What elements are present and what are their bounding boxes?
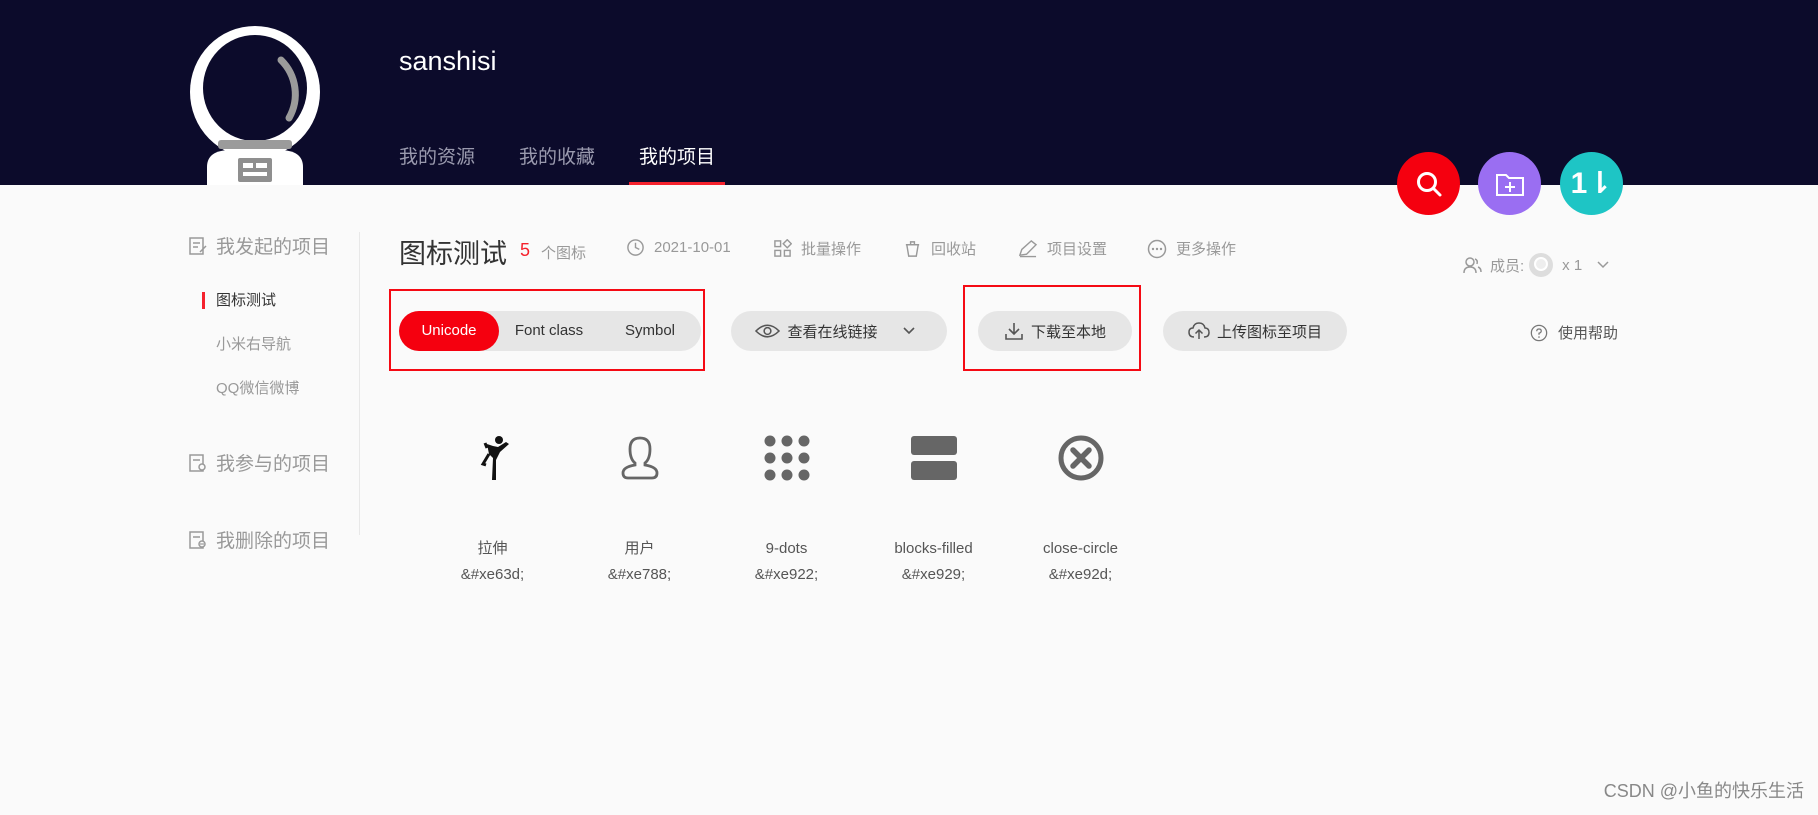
help-link[interactable]: 使用帮助 xyxy=(1530,322,1618,343)
project-settings[interactable]: 项目设置 xyxy=(1017,238,1107,259)
upload-label: 上传图标至项目 xyxy=(1216,323,1322,341)
top-nav: 我的资源 我的收藏 我的项目 xyxy=(399,142,759,185)
date-text: 2021-10-01 xyxy=(654,239,731,256)
sidebar-item-icon-test[interactable]: 图标测试 xyxy=(188,279,359,323)
view-online-link-button[interactable]: 查看在线链接 xyxy=(731,311,947,351)
sidebar-group-participated[interactable]: 我参与的项目 xyxy=(188,449,359,476)
sort-button[interactable]: 1⇂ xyxy=(1560,152,1623,215)
icon-code: &#xe922; xyxy=(754,566,819,583)
sidebar-group-label: 我发起的项目 xyxy=(216,237,331,258)
help-label: 使用帮助 xyxy=(1558,325,1619,342)
trash-label: 回收站 xyxy=(931,241,977,258)
search-doc-icon xyxy=(189,453,206,472)
pencil-icon xyxy=(1018,239,1038,258)
sidebar-group-label: 我参与的项目 xyxy=(216,454,331,475)
folder-add-icon xyxy=(1495,173,1524,196)
sidebar: 我发起的项目 图标测试 小米右导航 QQ微信微博 我参与的项目 我删除的项目 xyxy=(188,232,360,552)
deleted-doc-icon xyxy=(189,530,206,549)
header-bar: sanshisi 我的资源 我的收藏 我的项目 xyxy=(0,0,1818,185)
icon-name: 用户 xyxy=(624,540,655,557)
grid-icon xyxy=(774,239,792,257)
new-folder-button[interactable] xyxy=(1478,152,1541,215)
clock-icon xyxy=(627,239,644,256)
annotation-box-download xyxy=(963,285,1141,371)
annotation-box-tabs xyxy=(389,289,705,371)
cloud-upload-icon xyxy=(1188,322,1210,339)
upload-icons-button[interactable]: 上传图标至项目 xyxy=(1163,311,1347,351)
project-date: 2021-10-01 xyxy=(626,238,731,257)
chevron-down-icon xyxy=(1597,261,1609,269)
sidebar-item-xiaomi-nav[interactable]: 小米右导航 xyxy=(188,323,359,367)
sidebar-group-deleted[interactable]: 我删除的项目 xyxy=(188,526,359,553)
trash-icon xyxy=(905,241,920,257)
sidebar-group-label: 我删除的项目 xyxy=(216,531,331,552)
close-circle-icon xyxy=(1058,435,1103,481)
icon-count: 5 xyxy=(520,240,531,260)
member-avatar-icon xyxy=(1529,253,1554,277)
icon-grid: 拉伸 &#xe63d; 用户 &#xe788; 9-dots &#xe922; xyxy=(419,428,1154,588)
batch-operation[interactable]: 批量操作 xyxy=(773,238,861,259)
edit-doc-icon xyxy=(189,236,207,255)
user-icon xyxy=(621,436,658,480)
icon-code: &#xe929; xyxy=(901,566,966,583)
question-icon xyxy=(1530,324,1548,341)
project-title: 图标测试 xyxy=(399,239,507,269)
icon-name: 拉伸 xyxy=(477,540,508,557)
icon-card[interactable]: 9-dots &#xe922; xyxy=(713,428,860,588)
search-button[interactable] xyxy=(1397,152,1460,215)
nav-my-projects[interactable]: 我的项目 xyxy=(629,142,726,185)
trash-link[interactable]: 回收站 xyxy=(903,238,976,259)
eye-icon xyxy=(755,324,781,338)
stretch-figure-icon xyxy=(480,436,509,480)
icon-name: blocks-filled xyxy=(894,540,973,557)
members-count: x 1 xyxy=(1562,256,1583,274)
icon-card[interactable]: close-circle &#xe92d; xyxy=(1007,428,1154,588)
nav-my-favorites[interactable]: 我的收藏 xyxy=(519,142,595,185)
nav-my-resources[interactable]: 我的资源 xyxy=(399,142,475,185)
watermark: CSDN @小鱼的快乐生活 xyxy=(1603,781,1804,801)
sidebar-item-qq-wechat-weibo[interactable]: QQ微信微博 xyxy=(188,367,359,411)
icon-code: &#xe788; xyxy=(607,566,672,583)
search-icon xyxy=(1416,171,1441,196)
avatar[interactable] xyxy=(185,22,325,185)
members-dropdown[interactable]: 成员: x 1 xyxy=(1462,252,1610,278)
icon-card[interactable]: 用户 &#xe788; xyxy=(566,428,713,588)
view-link-label: 查看在线链接 xyxy=(787,323,878,341)
more-operations[interactable]: 更多操作 xyxy=(1147,238,1236,259)
icon-card[interactable]: blocks-filled &#xe929; xyxy=(860,428,1007,588)
more-label: 更多操作 xyxy=(1176,241,1237,258)
icon-card[interactable]: 拉伸 &#xe63d; xyxy=(419,428,566,588)
settings-label: 项目设置 xyxy=(1047,241,1108,258)
blocks-filled-icon xyxy=(910,436,957,480)
more-icon xyxy=(1147,239,1167,258)
icon-code: &#xe92d; xyxy=(1048,566,1113,583)
nine-dots-icon xyxy=(764,435,809,481)
username: sanshisi xyxy=(399,46,497,76)
icon-name: close-circle xyxy=(1042,540,1118,557)
batch-label: 批量操作 xyxy=(801,241,862,258)
members-icon xyxy=(1463,257,1482,274)
icon-code: &#xe63d; xyxy=(460,566,525,583)
sort-icon: 1⇂ xyxy=(1570,167,1613,200)
sidebar-group-initiated[interactable]: 我发起的项目 xyxy=(188,232,359,259)
chevron-down-icon xyxy=(902,327,915,335)
icon-count-label: 个图标 xyxy=(541,245,587,262)
members-label: 成员: xyxy=(1490,257,1525,275)
icon-name: 9-dots xyxy=(765,540,808,557)
